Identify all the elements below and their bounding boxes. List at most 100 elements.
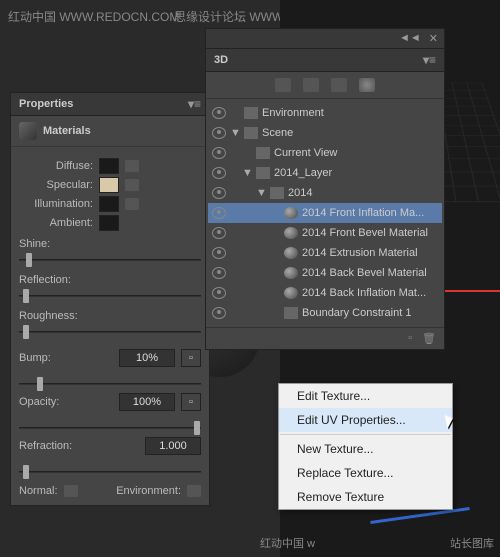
context-menu-item[interactable]: New Texture... xyxy=(279,437,452,461)
disclosure-icon[interactable]: ▼ xyxy=(230,127,240,139)
diffuse-texture-icon[interactable] xyxy=(125,160,139,172)
visibility-eye-icon[interactable] xyxy=(212,207,226,219)
con-icon xyxy=(284,307,298,319)
refraction-slider[interactable] xyxy=(19,465,201,479)
context-menu-item[interactable]: Edit UV Properties... xyxy=(279,408,452,432)
scene-icon xyxy=(244,127,258,139)
context-menu-item[interactable]: Remove Texture xyxy=(279,485,452,509)
normal-label: Normal: xyxy=(19,485,58,497)
disclosure-icon[interactable]: ▼ xyxy=(242,167,252,179)
visibility-eye-icon[interactable] xyxy=(212,287,226,299)
roughness-label: Roughness: xyxy=(19,310,201,322)
illumination-label: Illumination: xyxy=(19,198,93,210)
visibility-eye-icon[interactable] xyxy=(212,187,226,199)
environment-texture-icon[interactable] xyxy=(187,485,201,497)
tree-row[interactable]: 2014 Back Bevel Material xyxy=(208,263,442,283)
tree-row[interactable]: 2014 Extrusion Material xyxy=(208,243,442,263)
refraction-thumb[interactable] xyxy=(23,465,29,479)
fold-icon xyxy=(256,167,270,179)
refraction-value[interactable]: 1.000 xyxy=(145,437,201,455)
refraction-label: Refraction: xyxy=(19,440,139,452)
visibility-eye-icon[interactable] xyxy=(212,227,226,239)
normal-texture-icon[interactable] xyxy=(64,485,78,497)
t-icon xyxy=(270,187,284,199)
specular-swatch[interactable] xyxy=(99,177,119,193)
specular-texture-icon[interactable] xyxy=(125,179,139,191)
trash-icon[interactable]: 🗑 xyxy=(422,332,436,345)
sph-icon xyxy=(284,227,298,239)
opacity-thumb[interactable] xyxy=(194,421,200,435)
properties-panel: Properties ▾≡ Materials Diffuse: Specula… xyxy=(10,92,210,506)
filter-light-icon[interactable] xyxy=(359,78,375,92)
shine-slider[interactable] xyxy=(19,253,201,267)
bump-label: Bump: xyxy=(19,352,113,364)
ambient-label: Ambient: xyxy=(19,217,93,229)
tree-row[interactable]: Current View xyxy=(208,143,442,163)
tree-label: Scene xyxy=(262,127,438,139)
env-icon xyxy=(244,107,258,119)
diffuse-label: Diffuse: xyxy=(19,160,93,172)
shine-thumb[interactable] xyxy=(26,253,32,267)
opacity-value[interactable]: 100% xyxy=(119,393,175,411)
filter-scene-icon[interactable] xyxy=(275,78,291,92)
tree-label: 2014_Layer xyxy=(274,167,438,179)
context-menu-item[interactable]: Replace Texture... xyxy=(279,461,452,485)
bump-thumb[interactable] xyxy=(37,377,43,391)
3d-panel-menu-icon[interactable]: ▾≡ xyxy=(423,53,436,67)
bump-slider[interactable] xyxy=(19,377,201,391)
reflection-thumb[interactable] xyxy=(23,289,29,303)
bump-value[interactable]: 10% xyxy=(119,349,175,367)
tree-row[interactable]: Boundary Constraint 1 xyxy=(208,303,442,323)
tree-row[interactable]: 2014 Back Inflation Mat... xyxy=(208,283,442,303)
materials-icon xyxy=(19,122,37,140)
roughness-slider[interactable] xyxy=(19,325,201,339)
tree-row[interactable]: ▼ 2014 xyxy=(208,183,442,203)
sph-icon xyxy=(284,267,298,279)
tree-label: Current View xyxy=(274,147,438,159)
3d-header[interactable]: 3D ▾≡ xyxy=(206,49,444,72)
ambient-swatch[interactable] xyxy=(99,215,119,231)
bump-texture-button[interactable]: ▫ xyxy=(181,349,201,367)
cam-icon xyxy=(256,147,270,159)
visibility-eye-icon[interactable] xyxy=(212,307,226,319)
tree-row[interactable]: Environment xyxy=(208,103,442,123)
filter-mesh-icon[interactable] xyxy=(303,78,319,92)
reflection-label: Reflection: xyxy=(19,274,201,286)
illumination-swatch[interactable] xyxy=(99,196,119,212)
diffuse-swatch[interactable] xyxy=(99,158,119,174)
tree-row[interactable]: 2014 Front Inflation Ma... xyxy=(208,203,442,223)
tree-label: 2014 Front Inflation Ma... xyxy=(302,207,438,219)
roughness-thumb[interactable] xyxy=(23,325,29,339)
context-menu-item[interactable]: Edit Texture... xyxy=(279,384,452,408)
panel-close-icon[interactable]: ✕ xyxy=(429,32,438,45)
tree-label: 2014 Front Bevel Material xyxy=(302,227,438,239)
visibility-eye-icon[interactable] xyxy=(212,107,226,119)
shine-label: Shine: xyxy=(19,238,201,250)
opacity-slider[interactable] xyxy=(19,421,201,435)
reflection-slider[interactable] xyxy=(19,289,201,303)
sph-icon xyxy=(284,247,298,259)
visibility-eye-icon[interactable] xyxy=(212,147,226,159)
visibility-eye-icon[interactable] xyxy=(212,127,226,139)
filter-material-icon[interactable] xyxy=(331,78,347,92)
visibility-eye-icon[interactable] xyxy=(212,247,226,259)
tree-label: 2014 Back Inflation Mat... xyxy=(302,287,438,299)
materials-section-header[interactable]: Materials xyxy=(11,116,209,147)
new-layer-icon[interactable]: ▫ xyxy=(408,332,412,345)
disclosure-icon[interactable]: ▼ xyxy=(256,187,266,199)
panel-collapse-icon[interactable]: ◄◄ xyxy=(399,32,421,45)
tree-row[interactable]: ▼ 2014_Layer xyxy=(208,163,442,183)
texture-context-menu: Edit Texture...Edit UV Properties... New … xyxy=(278,383,453,510)
tree-label: Environment xyxy=(262,107,438,119)
tree-row[interactable]: 2014 Front Bevel Material xyxy=(208,223,442,243)
visibility-eye-icon[interactable] xyxy=(212,167,226,179)
3d-toolbar xyxy=(206,72,444,99)
properties-header[interactable]: Properties ▾≡ xyxy=(11,93,209,116)
tree-row[interactable]: ▼ Scene xyxy=(208,123,442,143)
panel-menu-icon[interactable]: ▾≡ xyxy=(188,97,201,111)
tree-label: 2014 xyxy=(288,187,438,199)
visibility-eye-icon[interactable] xyxy=(212,267,226,279)
illumination-texture-icon[interactable] xyxy=(125,198,139,210)
opacity-texture-button[interactable]: ▫ xyxy=(181,393,201,411)
materials-label: Materials xyxy=(43,125,91,137)
